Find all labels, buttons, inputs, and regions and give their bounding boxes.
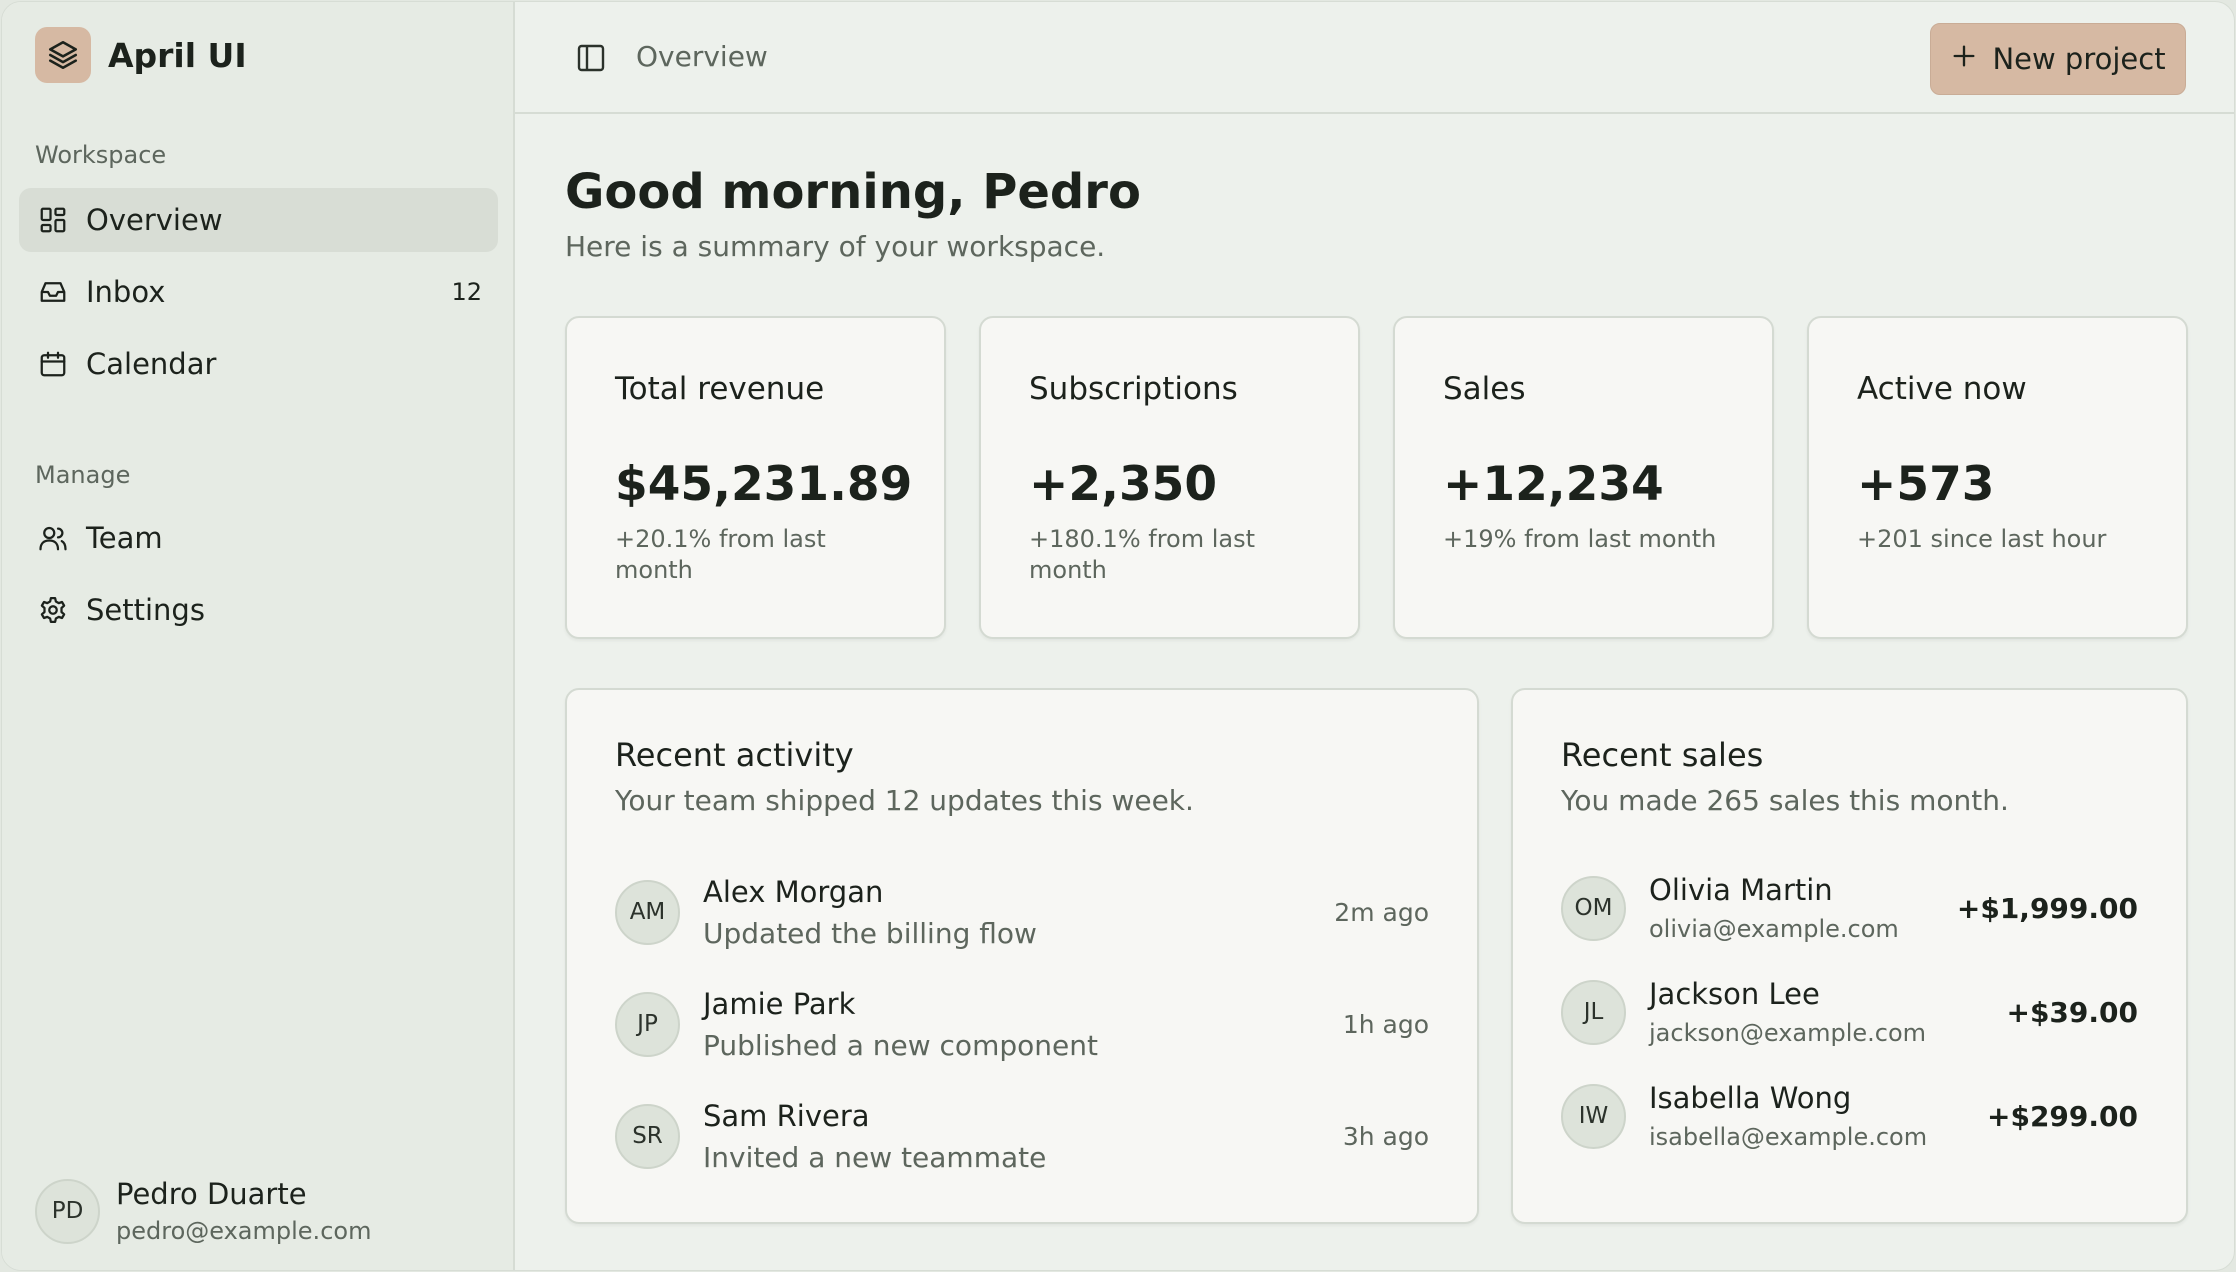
section-label-workspace: Workspace [35, 141, 167, 169]
new-project-button[interactable]: New project [1930, 23, 2186, 95]
stat-title: Active now [1857, 371, 2027, 407]
avatar: AM [615, 879, 680, 945]
stat-note: +180.1% from last month [1029, 525, 1256, 584]
activity-name: Sam Rivera [703, 1098, 870, 1133]
layers-icon [35, 27, 91, 83]
activity-name: Jamie Park [703, 986, 856, 1021]
panel-title: Recent activity [615, 736, 854, 774]
activity-name: Alex Morgan [703, 874, 884, 909]
section-label-manage: Manage [35, 461, 131, 489]
stat-card-sales: Sales +12,234 +19% from last month [1393, 316, 1774, 639]
activity-time: 2m ago [1334, 897, 1429, 927]
page-subtitle: Here is a summary of your workspace. [565, 230, 1106, 263]
activity-time: 3h ago [1342, 1121, 1429, 1151]
sidebar-item-label: Team [86, 521, 163, 555]
page-title: Good morning, Pedro [565, 164, 1141, 220]
users-icon [36, 521, 70, 555]
sidebar-item-label: Inbox [86, 275, 166, 309]
plus-icon [1950, 42, 1978, 77]
sale-amount: +$39.00 [2006, 995, 2138, 1029]
activity-time: 1h ago [1342, 1009, 1429, 1039]
activity-desc: Published a new component [703, 1028, 1098, 1062]
avatar: JL [1561, 979, 1626, 1045]
list-item[interactable]: AM Alex Morgan Updated the billing flow … [615, 872, 1429, 952]
app-window: April UI Workspace Overview Inbox 12 Cal… [1, 1, 2235, 1271]
customer-name: Olivia Martin [1649, 873, 1833, 907]
sidebar-item-label: Overview [86, 203, 223, 237]
activity-desc: Updated the billing flow [703, 916, 1037, 950]
brand-name: April UI [108, 35, 247, 75]
inbox-icon [36, 275, 70, 309]
customer-email: jackson@example.com [1649, 1019, 1927, 1047]
brand[interactable]: April UI [35, 27, 247, 83]
dashboard-icon [36, 203, 70, 237]
breadcrumb[interactable]: Overview [636, 40, 768, 73]
sidebar-item-inbox[interactable]: Inbox 12 [19, 260, 498, 324]
main-content: Overview New project Good morning, Pedro… [515, 2, 2234, 1270]
stat-title: Total revenue [615, 371, 825, 407]
user-name: Pedro Duarte [116, 1177, 307, 1211]
list-item[interactable]: OM Olivia Martin olivia@example.com +$1,… [1561, 868, 2138, 948]
inbox-count-badge: 12 [451, 278, 482, 306]
stat-card-total-revenue: Total revenue $45,231.89 +20.1% from las… [565, 316, 946, 639]
avatar: OM [1561, 875, 1626, 941]
avatar: JP [615, 991, 680, 1057]
avatar: IW [1561, 1083, 1626, 1149]
avatar: PD [35, 1178, 100, 1244]
new-project-label: New project [1992, 42, 2166, 76]
calendar-icon [36, 347, 70, 381]
sidebar-item-settings[interactable]: Settings [19, 578, 498, 642]
stat-note: +201 since last hour [1857, 525, 2107, 553]
stat-value: $45,231.89 [615, 457, 913, 512]
customer-email: isabella@example.com [1649, 1123, 1928, 1151]
list-item[interactable]: IW Isabella Wong isabella@example.com +$… [1561, 1076, 2138, 1156]
stat-value: +573 [1857, 457, 1995, 512]
sidebar-item-label: Calendar [86, 347, 217, 381]
panel-title: Recent sales [1561, 736, 1764, 774]
sidebar: April UI Workspace Overview Inbox 12 Cal… [2, 2, 515, 1270]
sale-amount: +$1,999.00 [1956, 891, 2138, 925]
stat-title: Sales [1443, 371, 1526, 407]
list-item[interactable]: JL Jackson Lee jackson@example.com +$39.… [1561, 972, 2138, 1052]
panel-subtitle: Your team shipped 12 updates this week. [615, 784, 1194, 817]
list-item[interactable]: JP Jamie Park Published a new component … [615, 984, 1429, 1064]
stat-value: +2,350 [1029, 457, 1218, 512]
stat-card-active-now: Active now +573 +201 since last hour [1807, 316, 2188, 639]
sidebar-item-calendar[interactable]: Calendar [19, 332, 498, 396]
sidebar-item-overview[interactable]: Overview [19, 188, 498, 252]
recent-activity-panel: Recent activity Your team shipped 12 upd… [565, 688, 1479, 1224]
list-item[interactable]: SR Sam Rivera Invited a new teammate 3h … [615, 1096, 1429, 1176]
sidebar-toggle-icon[interactable] [575, 42, 607, 78]
stat-card-subscriptions: Subscriptions +2,350 +180.1% from last m… [979, 316, 1360, 639]
avatar: SR [615, 1103, 680, 1169]
panel-subtitle: You made 265 sales this month. [1561, 784, 2009, 817]
sale-amount: +$299.00 [1987, 1099, 2138, 1133]
sidebar-item-label: Settings [86, 593, 205, 627]
sidebar-item-team[interactable]: Team [19, 506, 498, 570]
stat-value: +12,234 [1443, 457, 1664, 512]
customer-name: Jackson Lee [1649, 977, 1820, 1011]
customer-name: Isabella Wong [1649, 1081, 1852, 1115]
stat-note: +19% from last month [1443, 525, 1717, 553]
recent-sales-panel: Recent sales You made 265 sales this mon… [1511, 688, 2188, 1224]
stat-note: +20.1% from last month [615, 525, 826, 584]
stat-title: Subscriptions [1029, 371, 1238, 407]
activity-desc: Invited a new teammate [703, 1140, 1047, 1174]
user-email: pedro@example.com [116, 1217, 372, 1245]
topbar: Overview New project [515, 2, 2234, 114]
user-profile[interactable]: PD Pedro Duarte pedro@example.com [35, 1177, 371, 1245]
gear-icon [36, 593, 70, 627]
customer-email: olivia@example.com [1649, 915, 1899, 943]
